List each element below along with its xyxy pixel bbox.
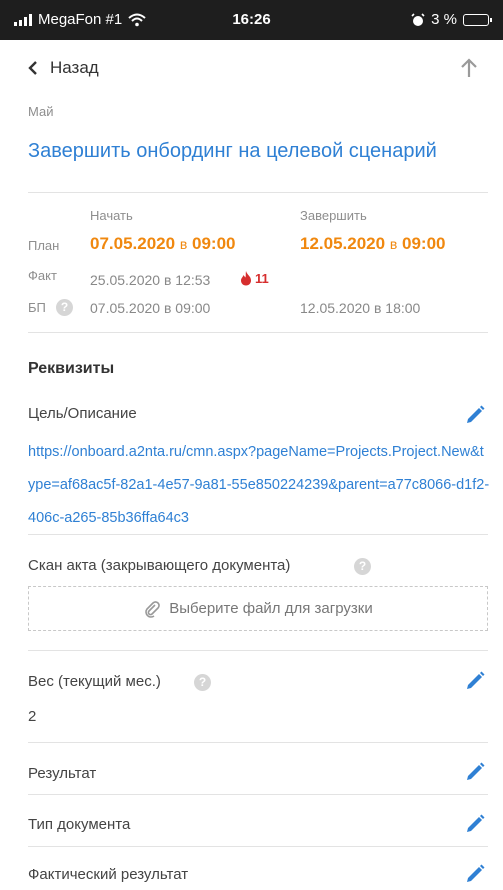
plan-end-date: 12.05.2020 (300, 234, 386, 253)
nav-header: Назад (0, 40, 503, 96)
result-label: Результат (28, 765, 97, 782)
divider (28, 332, 488, 333)
overdue-badge: 11 (240, 270, 269, 286)
fact-start: 25.05.2020 в 12:53 (90, 272, 211, 288)
back-label: Назад (50, 58, 99, 77)
fact-label: Факт (28, 268, 57, 283)
help-icon[interactable]: ? (354, 558, 371, 575)
status-right: 3 % (411, 11, 492, 28)
plan-end: 12.05.2020 в 09:00 (300, 234, 445, 254)
plan-end-sep: в (389, 236, 398, 252)
col-start-label: Начать (90, 208, 133, 223)
help-icon[interactable]: ? (194, 674, 211, 691)
divider (28, 742, 488, 743)
plan-end-time: 09:00 (402, 234, 446, 253)
scan-label: Скан акта (закрывающего документа) (28, 557, 291, 574)
edit-actual-result-pencil-icon[interactable] (463, 862, 487, 886)
actual-result-label: Фактический результат (28, 866, 189, 883)
plan-start-time: 09:00 (192, 234, 236, 253)
divider (28, 192, 488, 193)
task-title: Завершить онбординг на целевой сценарий (28, 140, 437, 162)
arrow-up-icon[interactable] (457, 56, 481, 80)
battery-percent: 3 % (431, 11, 457, 28)
goal-label: Цель/Описание (28, 405, 137, 422)
plan-label: План (28, 238, 60, 253)
overdue-count: 11 (255, 270, 269, 286)
doc-type-label: Тип документа (28, 816, 131, 833)
edit-result-pencil-icon[interactable] (463, 760, 487, 784)
bp-label: БП (28, 300, 46, 315)
edit-doc-type-pencil-icon[interactable] (463, 812, 487, 836)
back-button[interactable]: Назад (28, 58, 99, 78)
plan-start: 07.05.2020 в 09:00 (90, 234, 235, 254)
divider (28, 794, 488, 795)
edit-weight-pencil-icon[interactable] (463, 669, 487, 693)
help-icon[interactable]: ? (56, 299, 73, 316)
col-end-label: Завершить (300, 208, 367, 223)
goal-link[interactable]: https://onboard.a2nta.ru/cmn.aspx?pageNa… (28, 436, 490, 535)
alarm-icon (411, 12, 425, 26)
plan-start-date: 07.05.2020 (90, 234, 176, 253)
status-bar: MegaFon #1 16:26 3 % (0, 0, 503, 40)
weight-label: Вес (текущий мес.) (28, 673, 161, 690)
chevron-left-icon (28, 61, 37, 75)
divider (28, 650, 488, 651)
plan-start-sep: в (179, 236, 188, 252)
requisites-title: Реквизиты (28, 360, 115, 377)
divider (28, 534, 488, 535)
paperclip-icon (145, 600, 161, 618)
file-upload-button[interactable]: Выберите файл для загрузки (28, 586, 488, 631)
upload-label: Выберите файл для загрузки (169, 600, 373, 617)
task-month: Май (28, 104, 54, 119)
bp-start: 07.05.2020 в 09:00 (90, 300, 211, 316)
divider (28, 846, 488, 847)
bp-end: 12.05.2020 в 18:00 (300, 300, 421, 316)
battery-icon (463, 13, 492, 26)
fire-icon (241, 271, 251, 286)
weight-value: 2 (28, 708, 37, 725)
edit-goal-pencil-icon[interactable] (463, 403, 487, 427)
